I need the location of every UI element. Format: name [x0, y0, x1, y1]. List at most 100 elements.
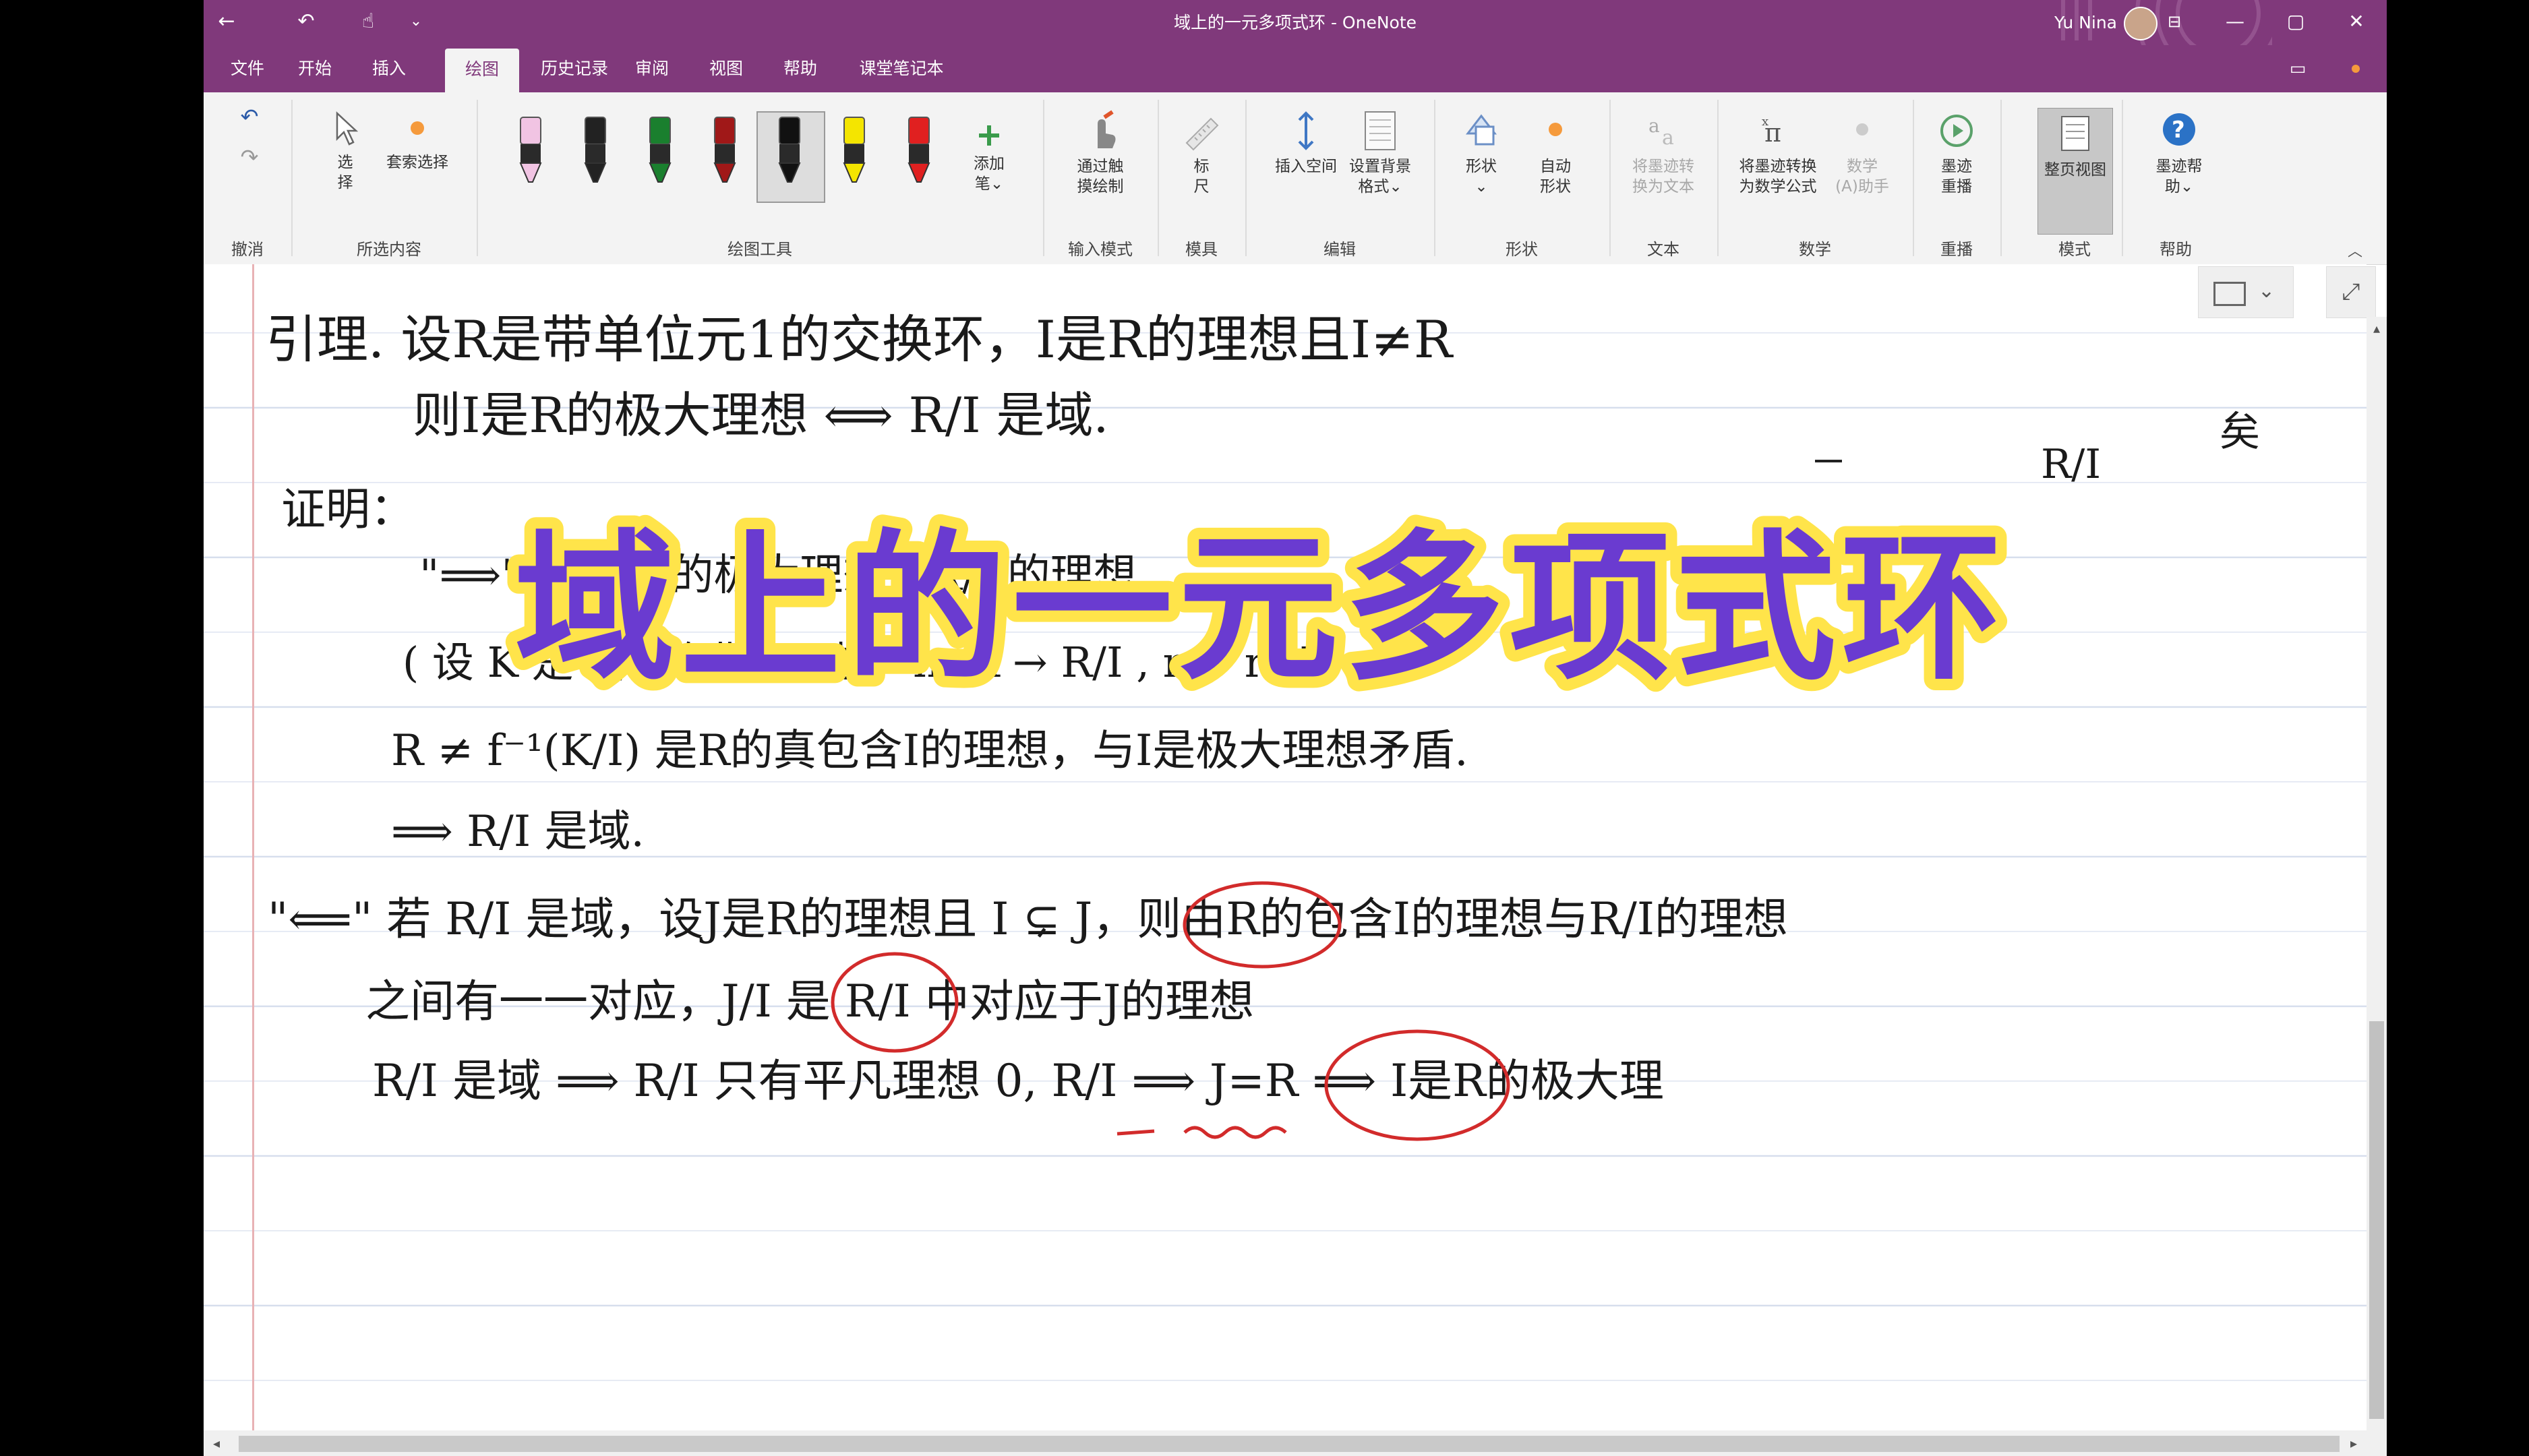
math-pi-icon: πx	[1762, 115, 1781, 148]
pen-swatch[interactable]	[766, 115, 813, 189]
tab-review[interactable]: 审阅	[628, 45, 676, 92]
ink-replay-button[interactable]: 墨迹 重播	[1923, 109, 1990, 197]
chevron-down-icon: ⌄	[2258, 279, 2275, 303]
tab-history[interactable]: 历史记录	[534, 45, 615, 92]
tab-class-notebook[interactable]: 课堂笔记本	[851, 45, 952, 92]
full-page-view-icon	[2061, 116, 2089, 151]
expand-icon[interactable]: ⤢	[2326, 266, 2376, 318]
vertical-scroll-thumb[interactable]	[2369, 1021, 2384, 1419]
svg-text:?: ?	[2172, 117, 2185, 144]
group-separator	[1245, 100, 1247, 256]
format-background-button[interactable]: 设置背景 格式⌄	[1343, 109, 1417, 197]
close-button[interactable]: ✕	[2326, 0, 2387, 45]
horizontal-scroll-thumb[interactable]	[239, 1436, 2340, 1452]
draw-with-touch-label: 通过触 摸绘制	[1077, 158, 1124, 195]
svg-text:x: x	[1762, 115, 1768, 129]
svg-text:a: a	[1662, 126, 1674, 150]
title-bar: ← ↶ ☝ ⌄ 域上的一元多项式环 - OneNote Yu Nina ⊟ — …	[204, 0, 2387, 92]
ink-to-text-label: 将墨迹转 换为文本	[1632, 158, 1694, 195]
group-separator	[291, 100, 293, 256]
pen-swatch[interactable]	[507, 115, 554, 189]
maximize-button[interactable]: ▢	[2265, 0, 2326, 45]
undo-button[interactable]: ↶	[236, 106, 263, 127]
group-separator	[2000, 100, 2002, 256]
red-ink-annotations	[831, 881, 1510, 1141]
help-icon: ?	[2163, 113, 2195, 146]
minimize-button[interactable]: —	[2205, 0, 2265, 45]
full-page-view-button[interactable]: 整页视图	[2037, 108, 2113, 235]
shapes-button[interactable]: 形状 ⌄	[1448, 109, 1515, 197]
tab-help[interactable]: 帮助	[777, 45, 824, 92]
group-separator	[1043, 100, 1044, 256]
scroll-right-icon[interactable]: ▸	[2344, 1433, 2364, 1453]
page-view-toggle[interactable]: ⌄	[2198, 266, 2294, 318]
group-label-shapes: 形状	[1506, 240, 1538, 259]
collapse-ribbon-icon[interactable]: ︿	[2348, 239, 2362, 261]
group-separator	[2122, 100, 2123, 256]
ink-help-button[interactable]: ? 墨迹帮 助⌄	[2139, 109, 2220, 197]
tab-home[interactable]: 开始	[291, 45, 338, 92]
full-page-view-label: 整页视图	[2044, 161, 2106, 179]
ink-help-label: 墨迹帮 助⌄	[2155, 158, 2203, 195]
add-pen-button[interactable]: 添加 笔⌄	[959, 121, 1019, 194]
group-separator	[1434, 100, 1435, 256]
video-title-overlay: 域上的一元多项式环	[503, 504, 2013, 714]
group-label-stencils: 模具	[1185, 240, 1218, 259]
tab-file[interactable]: 文件	[224, 45, 271, 92]
ruler-button[interactable]: 标 尺	[1174, 109, 1228, 197]
page-background-icon	[1365, 111, 1396, 150]
pen-swatch[interactable]	[636, 115, 684, 189]
replay-icon	[1940, 115, 1973, 147]
auto-shapes-label: 自动 形状	[1540, 158, 1571, 195]
pen-swatch[interactable]	[572, 115, 619, 189]
tab-draw[interactable]: 绘图	[445, 49, 519, 92]
group-separator	[1717, 100, 1719, 256]
auto-shapes-button[interactable]: 自动 形状	[1522, 109, 1589, 197]
lasso-select-button[interactable]: 套索选择	[380, 113, 454, 173]
user-name[interactable]: Yu Nina	[2054, 0, 2117, 45]
pen-swatch[interactable]	[831, 115, 878, 189]
group-label-math: 数学	[1799, 240, 1831, 259]
ink-replay-label: 墨迹 重播	[1941, 158, 1972, 195]
draw-with-touch-button[interactable]: 通过触 摸绘制	[1053, 109, 1148, 197]
group-label-drawing-tools: 绘图工具	[727, 240, 792, 259]
tab-view[interactable]: 视图	[703, 45, 750, 92]
insert-space-icon	[1298, 111, 1314, 150]
ribbon-tab-bar	[204, 45, 2387, 92]
tab-insert[interactable]: 插入	[365, 45, 413, 92]
touch-draw-icon	[1098, 110, 1116, 148]
redo-button[interactable]: ↷	[236, 146, 263, 168]
shapes-icon	[1465, 114, 1497, 146]
insert-space-button[interactable]: 插入空间	[1269, 109, 1343, 177]
scroll-left-icon[interactable]: ◂	[206, 1433, 227, 1453]
ruler-icon	[1185, 117, 1219, 151]
shapes-label: 形状 ⌄	[1466, 158, 1497, 195]
math-assistant-button[interactable]: 数学 (A)助手	[1828, 109, 1896, 197]
note-page[interactable]: 引理. 设R是带单位元1的交换环，I是R的理想且I≠R 则I是R的极大理想 ⟺ …	[204, 264, 2367, 1430]
group-label-help: 帮助	[2160, 240, 2192, 259]
lasso-icon	[411, 121, 424, 135]
group-separator	[1158, 100, 1159, 256]
pen-swatch[interactable]	[701, 115, 748, 189]
scroll-up-icon[interactable]: ▴	[2367, 318, 2387, 338]
ribbon-display-options-icon[interactable]: ⊟	[2144, 0, 2205, 45]
math-assistant-label: 数学 (A)助手	[1835, 158, 1889, 195]
group-label-edit: 编辑	[1323, 240, 1356, 259]
math-assistant-icon	[1856, 123, 1868, 135]
ink-to-text-button[interactable]: aa 将墨迹转 换为文本	[1619, 109, 1707, 197]
group-label-replay: 重播	[1940, 240, 1973, 259]
ink-to-math-button[interactable]: πx 将墨迹转换 为数学公式	[1727, 109, 1828, 197]
group-label-text: 文本	[1647, 240, 1679, 259]
lasso-label: 套索选择	[386, 154, 448, 171]
ink-to-text-icon: aa	[1648, 115, 1674, 150]
onenote-window: ← ↶ ☝ ⌄ 域上的一元多项式环 - OneNote Yu Nina ⊟ — …	[204, 0, 2387, 1456]
select-label: 选 择	[337, 154, 353, 191]
group-label-selection: 所选内容	[357, 240, 421, 259]
ruler-label: 标 尺	[1193, 158, 1210, 195]
plus-icon	[979, 125, 999, 146]
select-button[interactable]: 选 择	[325, 109, 365, 193]
pen-swatch[interactable]	[895, 115, 943, 189]
auto-shapes-icon	[1549, 123, 1562, 136]
notification-dot-icon[interactable]	[2352, 65, 2360, 73]
comment-icon[interactable]: ▭	[2283, 55, 2313, 82]
